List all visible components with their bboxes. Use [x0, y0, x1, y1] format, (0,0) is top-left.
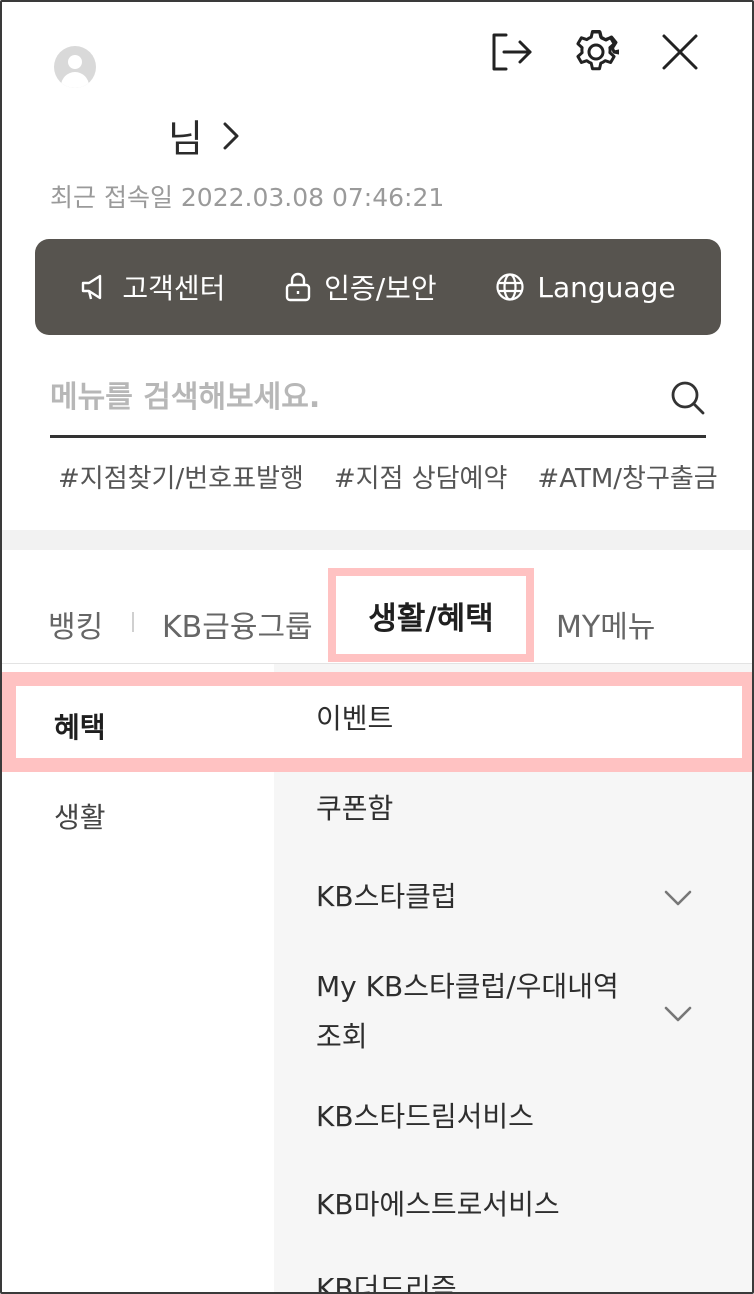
section-divider: [2, 530, 752, 550]
auth-security-label: 인증/보안: [324, 272, 437, 305]
submenu-coupon-box[interactable]: 쿠폰함: [316, 784, 393, 834]
menu-panel: 님 최근 접속일 2022.03.08 07:46:21 고객센터 인증/보안: [0, 0, 754, 1294]
submenu-my-kb-star-club[interactable]: My KB스타클럽/우대내역: [316, 962, 619, 1012]
customer-center-label: 고객센터: [122, 272, 226, 305]
avatar[interactable]: [54, 46, 96, 88]
tab-my-menu[interactable]: MY메뉴: [556, 602, 655, 646]
language-button[interactable]: Language: [495, 270, 676, 304]
auth-security-button[interactable]: 인증/보안: [284, 267, 437, 307]
submenu-kb-star-club[interactable]: KB스타클럽: [316, 872, 457, 922]
submenu-kb-star-dream[interactable]: KB스타드림서비스: [316, 1092, 534, 1142]
globe-icon: [496, 273, 525, 301]
submenu-event[interactable]: 이벤트: [316, 694, 393, 744]
hashtag-branch-consult[interactable]: #지점 상담예약: [334, 458, 508, 495]
submenu-my-kb-star-club-line2[interactable]: 조회: [316, 1012, 368, 1062]
tab-separator: [132, 612, 134, 632]
tab-life-benefits-label: 생활/혜택: [368, 600, 494, 637]
category-benefits[interactable]: 혜택: [54, 706, 106, 746]
search-icon[interactable]: [670, 380, 706, 416]
quick-menu-bar: 고객센터 인증/보안 Language: [35, 239, 721, 335]
submenu-kb-maestro[interactable]: KB마에스트로서비스: [316, 1180, 560, 1230]
submenu-kb-partial[interactable]: KB더드리즘: [316, 1264, 457, 1292]
customer-center-button[interactable]: 고객센터: [80, 267, 225, 307]
language-label: Language: [537, 270, 676, 304]
chevron-down-icon[interactable]: [664, 1006, 692, 1022]
user-profile-link[interactable]: 님: [168, 108, 239, 163]
hashtag-branch-finder[interactable]: #지점찾기/번호표발행: [58, 458, 304, 495]
tab-banking[interactable]: 뱅킹: [48, 602, 103, 646]
search-input[interactable]: [50, 380, 610, 415]
chevron-down-icon[interactable]: [664, 890, 692, 906]
chevron-right-icon: [223, 122, 239, 149]
user-name-suffix: 님: [168, 117, 203, 161]
last-login-value: 2022.03.08 07:46:21: [180, 183, 445, 212]
lock-icon: [285, 272, 311, 302]
megaphone-icon: [82, 274, 102, 300]
category-life[interactable]: 생활: [54, 796, 106, 836]
logout-icon[interactable]: [488, 28, 536, 76]
hashtag-list: #지점찾기/번호표발행 #지점 상담예약 #ATM/창구출금: [58, 458, 718, 495]
tab-kb-financial-group[interactable]: KB금융그룹: [162, 602, 313, 646]
search-bar: [50, 360, 706, 438]
last-login: 최근 접속일 2022.03.08 07:46:21: [50, 178, 444, 214]
gear-icon[interactable]: [572, 28, 620, 76]
last-login-label: 최근 접속일: [50, 183, 173, 212]
tab-life-benefits[interactable]: 생활/혜택: [328, 568, 534, 662]
hashtag-atm-withdraw[interactable]: #ATM/창구출금: [537, 458, 717, 495]
close-icon[interactable]: [656, 28, 704, 76]
header-actions: [488, 28, 704, 76]
